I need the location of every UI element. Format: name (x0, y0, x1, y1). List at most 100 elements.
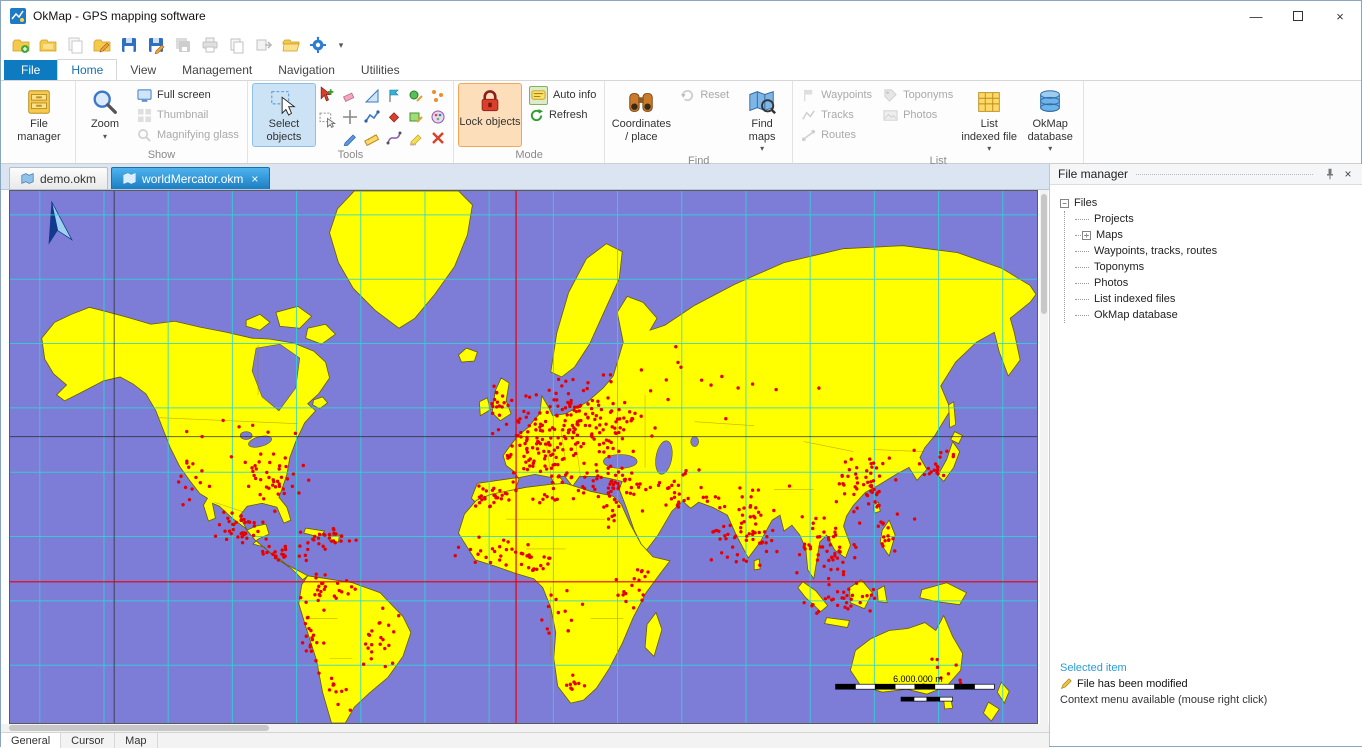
tree-item-maps[interactable]: + Maps (1060, 227, 1362, 243)
doc-tab-close-icon[interactable]: × (249, 173, 258, 185)
magnifying-glass-toggle[interactable]: Magnifying glass (133, 125, 243, 145)
new-map-button[interactable] (9, 33, 33, 57)
refresh-button[interactable]: Refresh (525, 105, 600, 125)
map-vertical-scrollbar[interactable] (1040, 190, 1048, 724)
tab-file[interactable]: File (4, 60, 57, 80)
tab-navigation[interactable]: Navigation (265, 60, 348, 80)
reset-button[interactable]: Reset (676, 85, 733, 105)
tab-management[interactable]: Management (169, 60, 265, 80)
map-canvas[interactable]: 6.000.000 m (9, 190, 1038, 724)
auto-info-toggle[interactable]: Auto info (525, 85, 600, 105)
file-manager-button[interactable]: File manager (7, 83, 71, 147)
highlighter-tool-button[interactable] (408, 130, 424, 146)
waypoint-red-tool-button[interactable] (386, 109, 402, 125)
tab-utilities[interactable]: Utilities (348, 60, 413, 80)
tree-item-okmap-database[interactable]: OkMap database (1060, 307, 1362, 323)
pencil-tool-button[interactable] (342, 130, 358, 146)
coordinates-place-button[interactable]: Coordinates / place (609, 83, 673, 147)
scrollbar-thumb[interactable] (1041, 194, 1047, 314)
save-all-button[interactable] (171, 33, 195, 57)
data-folder-button[interactable] (279, 33, 303, 57)
tree-item-waypoints-tracks-routes[interactable]: Waypoints, tracks, routes (1060, 243, 1362, 259)
okmap-database-button[interactable]: OkMap database ▾ (1021, 83, 1079, 154)
doc-tab-worldmercator[interactable]: worldMercator.okm × (111, 167, 270, 189)
bezier-tool-button[interactable] (386, 130, 402, 146)
crosshair-tool-button[interactable] (342, 109, 358, 125)
close-button[interactable]: × (1319, 1, 1361, 31)
toponyms-list-button[interactable]: Toponyms (879, 85, 957, 105)
delete-tool-button[interactable] (430, 130, 446, 146)
save-button[interactable] (117, 33, 141, 57)
full-screen-toggle[interactable]: Full screen (133, 85, 243, 105)
map-file-icon (123, 172, 136, 185)
multi-point-tool-button[interactable] (430, 88, 446, 104)
edit-map-button[interactable] (90, 33, 114, 57)
photos-list-button[interactable]: Photos (879, 105, 957, 125)
select-area-cursor-button[interactable] (319, 111, 336, 128)
tree-item-toponyms[interactable]: Toponyms (1060, 259, 1362, 275)
scale-bar-segment (836, 684, 856, 689)
map-horizontal-scrollbar[interactable] (1, 724, 1049, 732)
thumbnail-toggle[interactable]: Thumbnail (133, 105, 243, 125)
scrollbar-thumb[interactable] (9, 725, 269, 731)
list-indexed-file-button[interactable]: List indexed file ▾ (960, 83, 1018, 154)
export-button[interactable] (252, 33, 276, 57)
set-square-tool-button[interactable] (364, 88, 380, 104)
maximize-button[interactable] (1277, 1, 1319, 31)
palette-tool-button[interactable] (430, 109, 446, 125)
print-button[interactable] (198, 33, 222, 57)
draw-area-tool-button[interactable] (408, 109, 424, 125)
tab-home[interactable]: Home (57, 59, 117, 80)
auto-info-icon (529, 86, 548, 105)
panel-drag-area (1136, 174, 1313, 175)
tree-collapse-icon[interactable]: − (1060, 199, 1069, 208)
tree-item-projects[interactable]: Projects (1060, 211, 1362, 227)
tab-view[interactable]: View (117, 60, 169, 80)
open-map-button[interactable] (36, 33, 60, 57)
status-tab-general[interactable]: General (1, 733, 61, 748)
routes-label: Routes (821, 129, 856, 141)
reset-label: Reset (700, 89, 729, 101)
draw-waypoint-tool-button[interactable] (408, 88, 424, 104)
tracks-list-button[interactable]: Tracks (797, 105, 876, 125)
tree-item-photos[interactable]: Photos (1060, 275, 1362, 291)
pencil-icon (1060, 678, 1072, 690)
tree-expand-icon[interactable]: + (1082, 231, 1091, 240)
find-maps-button[interactable]: Find maps ▾ (736, 83, 788, 154)
import-map-button[interactable] (63, 33, 87, 57)
find-maps-icon (747, 87, 777, 117)
tree-item-toponyms-label: Toponyms (1094, 261, 1144, 273)
ruler-tool-button[interactable] (364, 130, 380, 146)
copy-button[interactable] (225, 33, 249, 57)
lock-objects-button[interactable]: Lock objects (458, 83, 522, 147)
select-objects-button[interactable]: Select objects (252, 83, 316, 147)
pin-icon[interactable] (1321, 165, 1339, 183)
status-tab-map[interactable]: Map (115, 733, 157, 748)
draw-track-tool-button[interactable] (364, 109, 380, 125)
list-indexed-file-label: List indexed file (961, 118, 1017, 143)
qat-overflow-button[interactable]: ▾ (333, 33, 349, 57)
lock-objects-label: Lock objects (459, 116, 520, 129)
modified-label: File has been modified (1077, 678, 1188, 690)
doc-tab-demo[interactable]: demo.okm (9, 167, 108, 189)
scale-bar-segment (955, 684, 975, 689)
scale-bar-segment (914, 697, 927, 701)
lock-icon (476, 87, 504, 115)
panel-close-icon[interactable]: × (1339, 165, 1357, 183)
tree-item-files[interactable]: − Files (1060, 195, 1362, 211)
title-bar: OkMap - GPS mapping software (1, 1, 1361, 31)
tree-item-list-indexed-files[interactable]: List indexed files (1060, 291, 1362, 307)
waypoints-list-button[interactable]: Waypoints (797, 85, 876, 105)
settings-button[interactable] (306, 33, 330, 57)
toponyms-icon (883, 88, 898, 103)
full-screen-label: Full screen (157, 89, 211, 101)
zoom-button[interactable]: Zoom ▾ (80, 83, 130, 147)
minimize-button[interactable]: — (1235, 1, 1277, 31)
routes-list-button[interactable]: Routes (797, 125, 876, 145)
save-as-button[interactable] (144, 33, 168, 57)
scale-bar-segment (935, 684, 955, 689)
status-tab-cursor[interactable]: Cursor (61, 733, 115, 748)
flag-tool-button[interactable] (386, 88, 402, 104)
add-object-cursor-button[interactable] (319, 86, 336, 103)
eraser-tool-button[interactable] (342, 88, 358, 104)
